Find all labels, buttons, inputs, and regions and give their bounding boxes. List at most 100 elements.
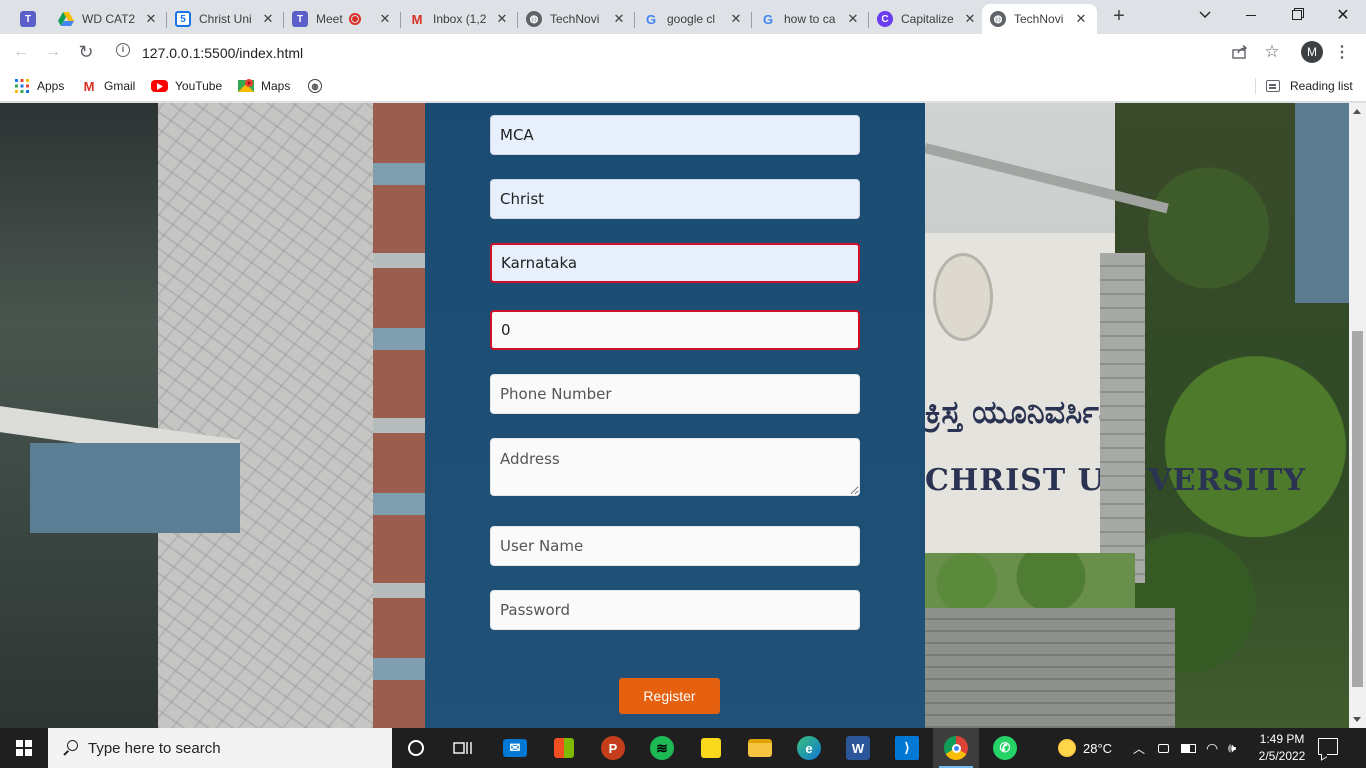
phone-number-input[interactable]	[490, 374, 860, 414]
teams-icon: T	[20, 11, 36, 27]
taskbar-search-box[interactable]: Type here to search	[48, 728, 392, 768]
close-icon[interactable]: ✕	[260, 11, 276, 27]
close-icon[interactable]: ✕	[494, 11, 510, 27]
tab-title: google cl	[667, 12, 716, 26]
close-icon[interactable]: ✕	[611, 11, 627, 27]
share-button[interactable]	[1230, 42, 1250, 62]
meet-now-button[interactable]	[1158, 728, 1169, 768]
tab-7[interactable]: C Capitalize ✕	[869, 4, 986, 34]
tab-strip: T WD CAT2 ✕ 5 Christ Uni ✕ T Meet ✕ M In…	[0, 0, 1366, 34]
tab-6[interactable]: G how to ca ✕	[752, 4, 869, 34]
password-input[interactable]	[490, 590, 860, 630]
college-input[interactable]	[490, 179, 860, 219]
tab-title: WD CAT2	[82, 12, 136, 26]
reload-button[interactable]: ↻	[74, 40, 98, 64]
number-input[interactable]	[490, 310, 860, 350]
bookmark-maps[interactable]: Maps	[238, 77, 290, 95]
taskbar-mail[interactable]: ✉	[492, 728, 538, 768]
close-icon[interactable]: ✕	[728, 11, 744, 27]
url-text[interactable]: 127.0.0.1:5500/index.html	[142, 45, 303, 61]
forward-button[interactable]: →	[41, 40, 65, 64]
chevron-down-icon	[1199, 11, 1211, 18]
taskbar-powerpoint[interactable]: P	[590, 728, 636, 768]
menu-button[interactable]: ⋮	[1332, 42, 1352, 62]
close-icon[interactable]: ✕	[845, 11, 861, 27]
back-button[interactable]: ←	[9, 40, 33, 64]
close-icon[interactable]: ✕	[1073, 11, 1089, 27]
scrollbar-thumb[interactable]	[1352, 331, 1363, 687]
tab-title: Inbox (1,2	[433, 12, 487, 26]
notification-center-icon[interactable]	[1318, 738, 1338, 755]
bg-stone-pillar	[1100, 253, 1145, 583]
search-icon	[62, 740, 78, 756]
taskbar-store[interactable]	[541, 728, 587, 768]
show-hidden-icons-button[interactable]: ︿	[1133, 728, 1145, 768]
start-button[interactable]	[0, 728, 48, 768]
state-input[interactable]	[490, 243, 860, 283]
tab-4[interactable]: ◍ TechNovi ✕	[518, 4, 635, 34]
taskbar-sticky-notes[interactable]	[688, 728, 734, 768]
spotify-icon: ≋	[650, 736, 674, 760]
reading-list-button[interactable]: Reading list	[1266, 77, 1353, 95]
store-icon	[554, 738, 574, 758]
restore-button[interactable]	[1274, 0, 1320, 30]
cortana-button[interactable]	[393, 728, 439, 768]
taskbar-whatsapp[interactable]: ✆	[982, 728, 1028, 768]
tab-title: TechNovi	[1014, 12, 1064, 26]
tab-title: Christ Uni	[199, 12, 252, 26]
address-bar[interactable]: i 127.0.0.1:5500/index.html	[108, 38, 1288, 66]
network-button[interactable]: ◠	[1206, 728, 1218, 768]
presentation-app-icon: P	[601, 736, 625, 760]
scroll-down-icon[interactable]	[1353, 717, 1361, 722]
tab-5[interactable]: G google cl ✕	[635, 4, 752, 34]
tab-1[interactable]: 5 Christ Uni ✕	[167, 4, 284, 34]
teams-pinned-tab[interactable]: T	[12, 4, 42, 34]
bookmark-apps[interactable]: Apps	[14, 77, 64, 95]
taskbar-spotify[interactable]: ≋	[639, 728, 685, 768]
taskbar-file-explorer[interactable]	[737, 728, 783, 768]
tab-2[interactable]: T Meet ✕	[284, 4, 401, 34]
bookmark-globe[interactable]: ◍	[308, 77, 329, 95]
kebab-menu-icon: ⋮	[1334, 44, 1350, 61]
windows-logo-icon	[16, 740, 32, 756]
taskbar-chrome[interactable]	[933, 728, 979, 768]
close-icon[interactable]: ✕	[962, 11, 978, 27]
tab-search-button[interactable]	[1182, 0, 1228, 30]
weather-widget[interactable]: 28°C	[1058, 728, 1112, 768]
bookmark-star-button[interactable]: ☆	[1262, 42, 1282, 62]
taskbar-clock[interactable]: 1:49 PM 2/5/2022	[1252, 731, 1312, 765]
edge-icon: e	[797, 736, 821, 760]
recording-icon	[348, 13, 361, 25]
profile-avatar[interactable]: M	[1301, 41, 1323, 63]
taskbar-edge[interactable]: e	[786, 728, 832, 768]
folder-icon	[748, 739, 772, 757]
close-icon[interactable]: ✕	[377, 11, 393, 27]
minimize-button[interactable]	[1228, 0, 1274, 30]
scroll-up-icon[interactable]	[1353, 109, 1361, 114]
teams-icon: T	[292, 11, 308, 27]
tab-3[interactable]: M Inbox (1,2 ✕	[401, 4, 518, 34]
new-tab-button[interactable]: +	[1108, 6, 1130, 28]
bookmark-label: Gmail	[104, 79, 136, 93]
taskbar-word[interactable]: W	[835, 728, 881, 768]
cortana-circle-icon	[408, 740, 424, 756]
volume-button[interactable]: 🕪	[1228, 728, 1236, 768]
bookmarks-separator	[1255, 78, 1256, 94]
taskbar-vscode[interactable]: ⟩	[884, 728, 930, 768]
address-textarea[interactable]	[490, 438, 860, 496]
username-input[interactable]	[490, 526, 860, 566]
google-icon: G	[762, 11, 774, 27]
register-button[interactable]: Register	[619, 678, 720, 714]
battery-button[interactable]	[1181, 728, 1196, 768]
tab-0[interactable]: WD CAT2 ✕	[50, 4, 167, 34]
close-icon[interactable]: ✕	[143, 11, 159, 27]
bookmark-gmail[interactable]: M Gmail	[81, 77, 136, 95]
page-scrollbar[interactable]	[1349, 103, 1366, 728]
word-icon: W	[846, 736, 870, 760]
close-window-button[interactable]: ✕	[1320, 0, 1366, 30]
bookmark-youtube[interactable]: YouTube	[151, 77, 222, 95]
task-view-button[interactable]	[440, 728, 486, 768]
tab-8-active[interactable]: ◍ TechNovi ✕	[982, 4, 1097, 34]
info-icon[interactable]: i	[116, 43, 130, 57]
course-input[interactable]	[490, 115, 860, 155]
